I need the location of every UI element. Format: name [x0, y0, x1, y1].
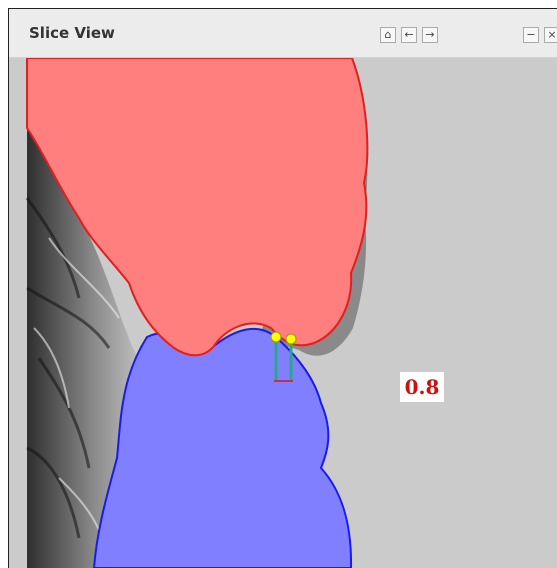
- measure-point-right[interactable]: [285, 333, 297, 345]
- window-titlebar: Slice View ⌂ ← → − ×: [9, 9, 557, 58]
- close-button[interactable]: ×: [544, 27, 557, 43]
- window-title: Slice View: [29, 24, 115, 42]
- slice-view-window: Slice View ⌂ ← → − × 0.8: [8, 8, 557, 568]
- minimize-button[interactable]: −: [523, 27, 539, 43]
- back-button[interactable]: ←: [401, 27, 417, 43]
- lower-segment-region: [92, 328, 353, 568]
- measure-point-left[interactable]: [270, 331, 282, 343]
- home-view-button[interactable]: ⌂: [380, 27, 396, 43]
- slice-viewport[interactable]: 0.8: [9, 58, 557, 568]
- measurement-value-label: 0.8: [400, 372, 444, 402]
- arrow-left-icon: ←: [404, 28, 414, 41]
- close-icon: ×: [547, 28, 557, 41]
- arrow-right-icon: →: [425, 28, 435, 41]
- home-icon: ⌂: [384, 28, 392, 41]
- forward-button[interactable]: →: [422, 27, 438, 43]
- minimize-icon: −: [526, 28, 536, 41]
- slice-canvas[interactable]: [9, 58, 557, 568]
